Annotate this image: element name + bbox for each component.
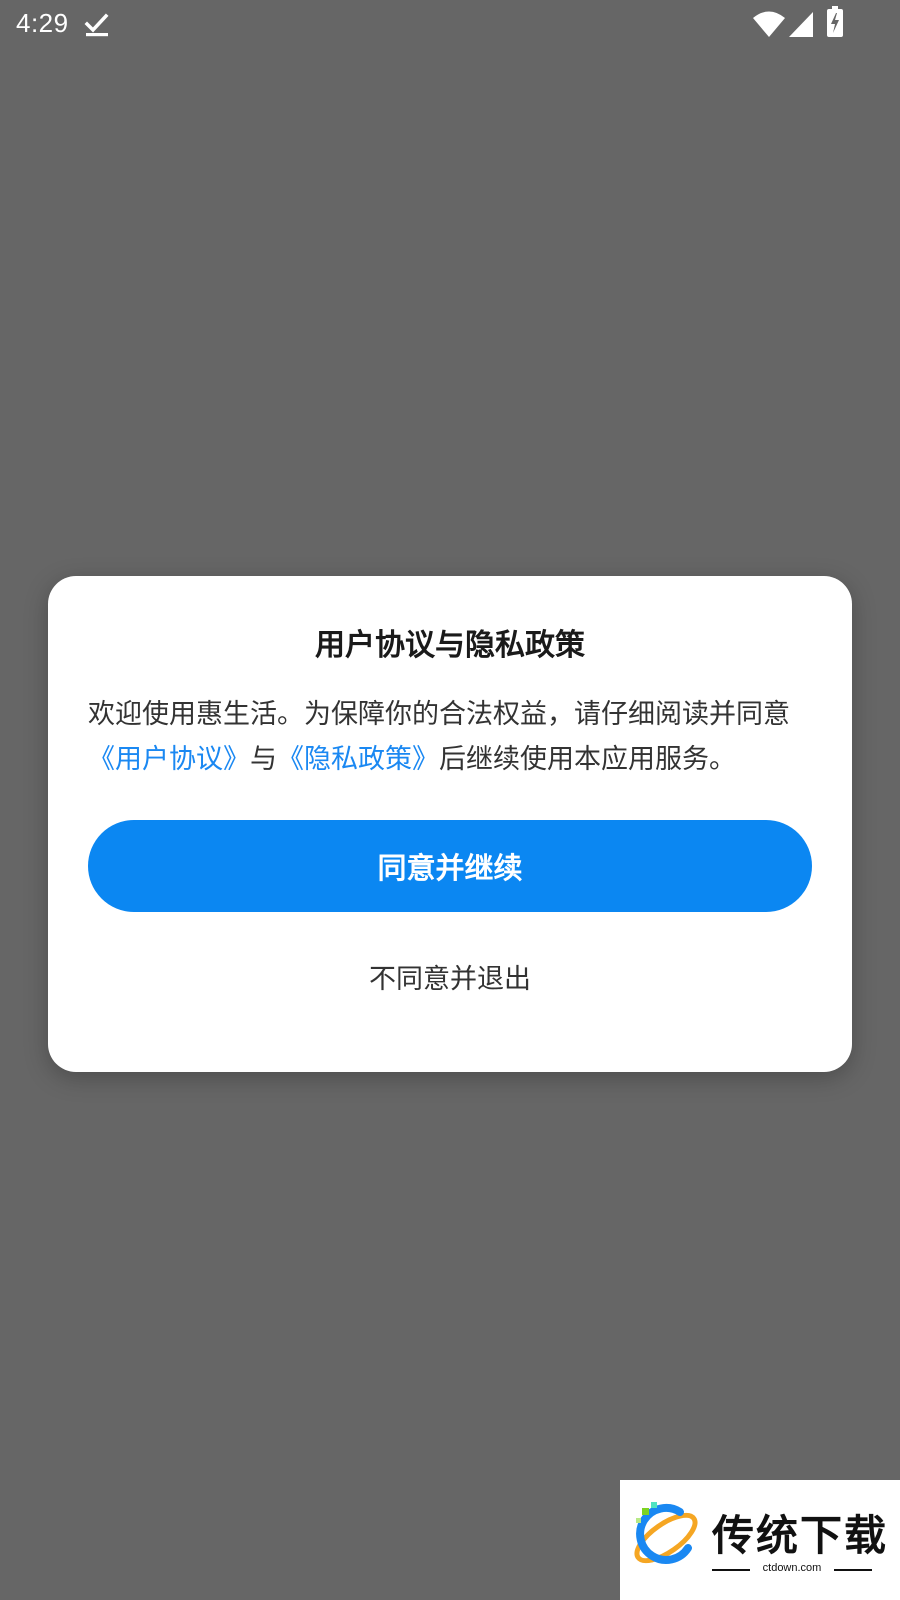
dialog-title: 用户协议与隐私政策 (315, 628, 585, 663)
ctdown-logo-icon (634, 1502, 698, 1564)
cell-signal-icon (789, 12, 813, 37)
agree-continue-button[interactable]: 同意并继续 (88, 820, 812, 912)
battery-charging-icon (827, 6, 843, 37)
privacy-dialog: 用户协议与隐私政策 欢迎使用惠生活。为保障你的合法权益，请仔细阅读并同意《用户协… (48, 576, 852, 1072)
watermark-text: 传统下载 (712, 1511, 889, 1560)
dialog-body-text: 与 (250, 744, 277, 775)
wifi-icon (753, 11, 785, 37)
dialog-body-text: 后继续使用本应用服务。 (439, 744, 736, 775)
dialog-body: 欢迎使用惠生活。为保障你的合法权益，请仔细阅读并同意《用户协议》与《隐私政策》后… (88, 692, 812, 782)
privacy-policy-link[interactable]: 《隐私政策》 (277, 744, 439, 775)
status-time: 4:29 (16, 8, 69, 38)
download-done-icon (84, 13, 109, 37)
watermark-divider (834, 1569, 872, 1571)
decline-exit-button[interactable]: 不同意并退出 (88, 944, 812, 1008)
watermark-domain: ctdown.com (762, 1562, 822, 1574)
user-agreement-link[interactable]: 《用户协议》 (88, 744, 250, 775)
watermark: 传统下载 ctdown.com (620, 1480, 900, 1600)
dialog-body-text: 欢迎使用惠生活。为保障你的合法权益，请仔细阅读并同意 (88, 699, 790, 730)
status-bar: 4:29 (0, 0, 900, 48)
